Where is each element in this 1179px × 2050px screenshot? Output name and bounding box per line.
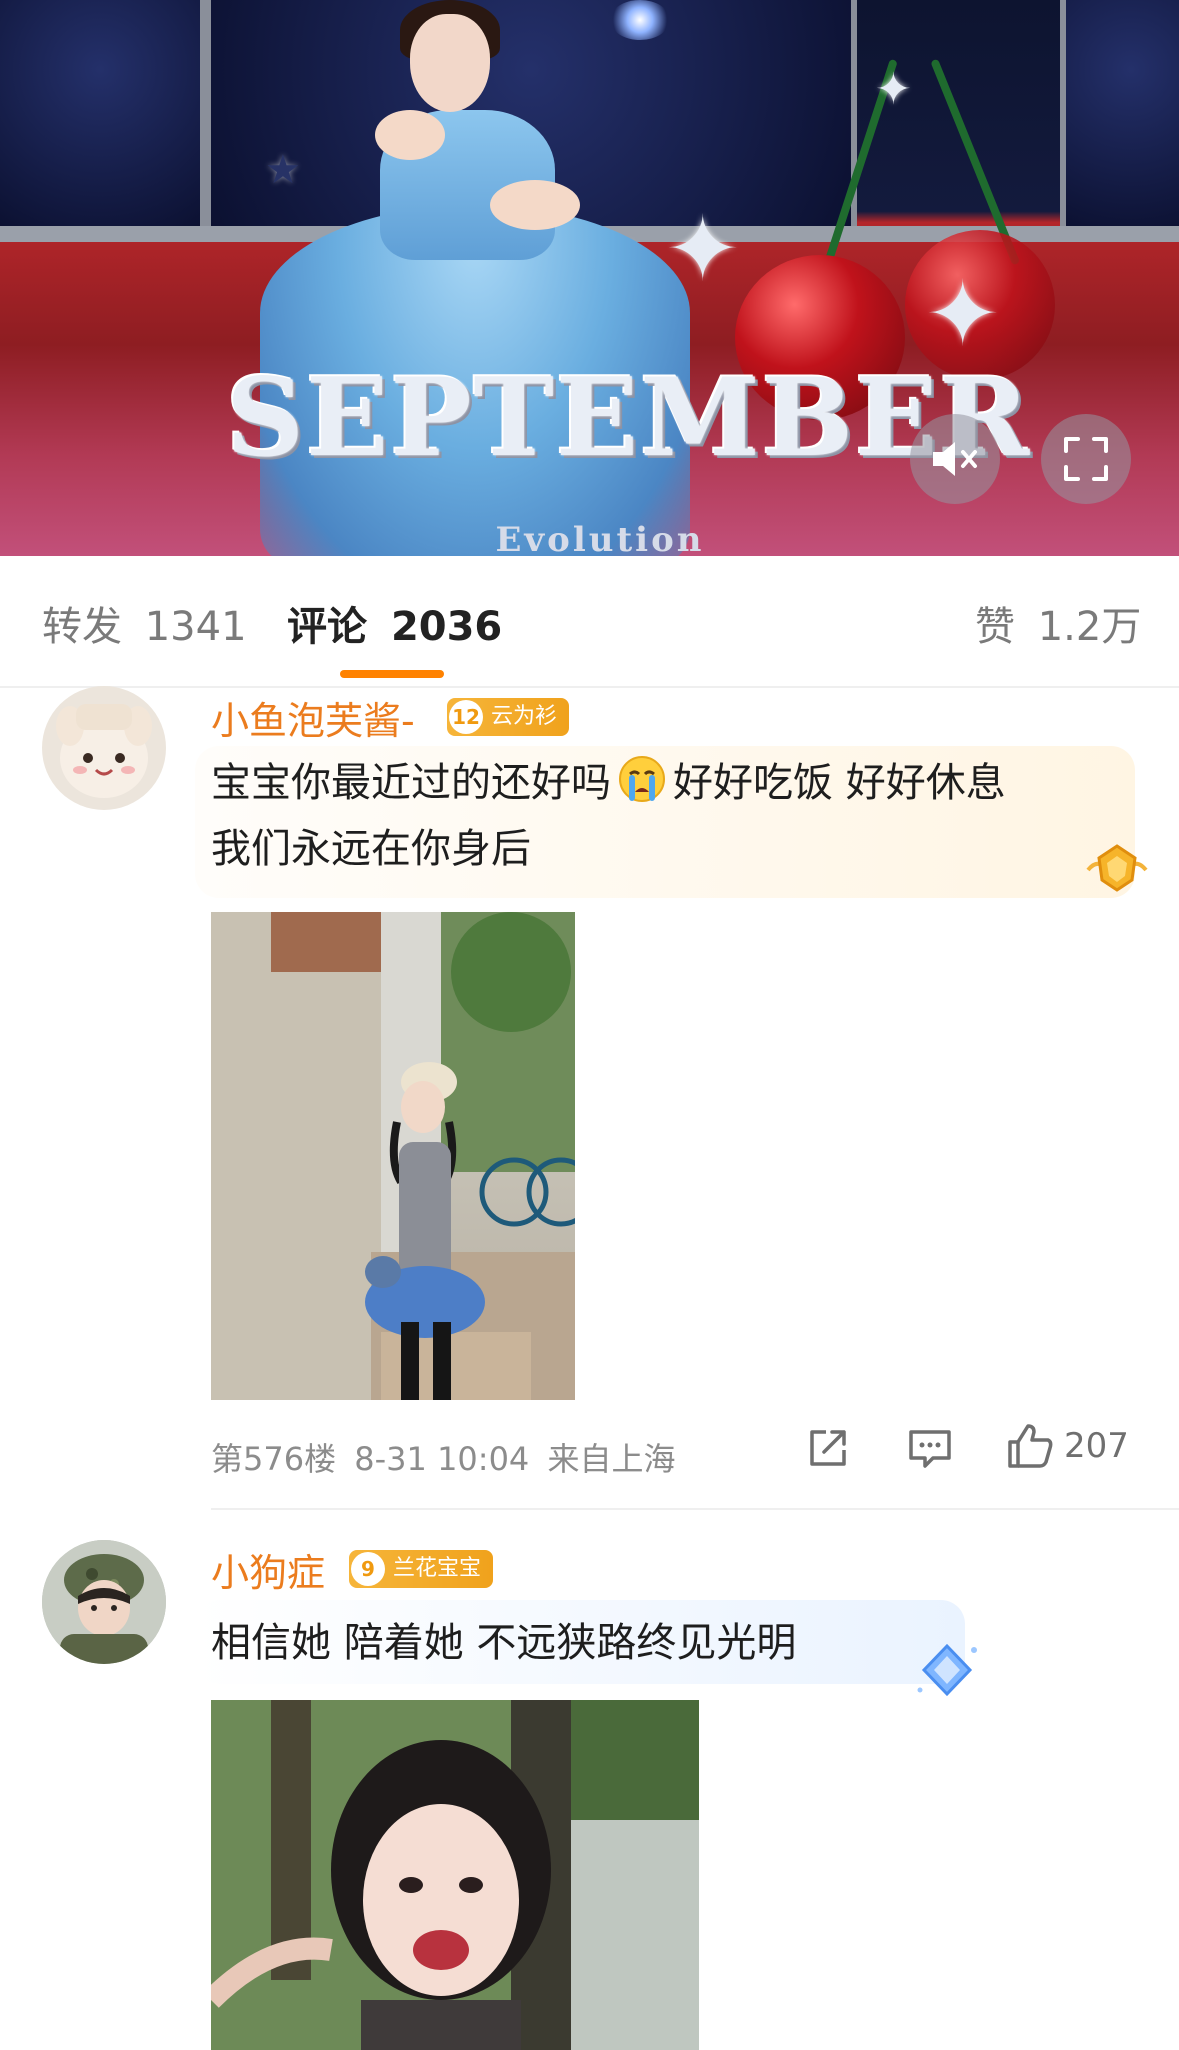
tab-likes[interactable]: 赞 1.2万 xyxy=(975,594,1141,652)
like-button[interactable]: 207 xyxy=(1006,1422,1129,1470)
fullscreen-icon xyxy=(1064,437,1108,481)
plush-avatar-image xyxy=(56,704,152,798)
avatar[interactable] xyxy=(42,686,166,810)
badge-level: 12 xyxy=(449,700,483,734)
stage-spotlight xyxy=(610,0,670,40)
tab-likes-count: 1.2万 xyxy=(1037,604,1142,650)
badge-label: 兰花宝宝 xyxy=(393,1556,482,1581)
video-subtitle-graphic: Evolution xyxy=(495,520,705,556)
reply-button[interactable] xyxy=(907,1426,953,1470)
star-decoration: ★ xyxy=(265,147,301,193)
active-tab-indicator xyxy=(340,670,444,678)
tab-comments[interactable]: 评论 2036 xyxy=(287,594,502,652)
share-button[interactable] xyxy=(806,1426,850,1470)
tab-likes-label: 赞 xyxy=(975,604,1015,650)
backdrop-window-left xyxy=(0,0,206,238)
comment-image[interactable] xyxy=(211,912,575,1400)
comment-username[interactable]: 小鱼泡芙酱- xyxy=(211,690,415,745)
blue-diamond-icon xyxy=(917,1643,977,1697)
street-photo xyxy=(211,912,575,1400)
portrait-photo xyxy=(211,1700,699,2050)
tab-comments-label: 评论 xyxy=(287,604,367,650)
badge-label: 云为衫 xyxy=(491,704,558,729)
comment-meta: 第576楼 8-31 10:04 来自上海 xyxy=(211,1434,675,1480)
tab-repost[interactable]: 转发 1341 xyxy=(42,594,247,652)
comment-image[interactable] xyxy=(211,1700,699,2050)
fan-level-badge[interactable]: 9 兰花宝宝 xyxy=(349,1550,494,1588)
floor-number: 第576楼 xyxy=(211,1440,337,1478)
comment-location: 来自上海 xyxy=(547,1440,676,1478)
volume-mute-icon xyxy=(933,442,977,476)
comment-text-line: 宝宝你最近过的还好吗 好好吃饭 好好休息 xyxy=(211,750,1111,816)
figure-arm xyxy=(490,180,580,230)
thumbs-up-icon xyxy=(1008,1424,1053,1468)
star-decoration: ✦ xyxy=(875,64,912,115)
star-decoration: ✦ xyxy=(925,262,1001,367)
comment-item: 小鱼泡芙酱- 12 云为衫 宝宝你最近过的还好吗 好好吃饭 好好休息 我们永远在你… xyxy=(0,686,1179,1510)
comment-item: 小狗症 9 兰花宝宝 相信她 陪着她 不远狭路终见光明 xyxy=(0,1510,1179,2050)
tab-comments-count: 2036 xyxy=(390,604,503,650)
comment-text-line: 我们永远在你身后 xyxy=(211,826,531,872)
comment-text-segment: 好好吃饭 好好休息 xyxy=(673,760,1006,806)
comment-text: 相信她 陪着她 不远狭路终见光明 xyxy=(211,1620,797,1666)
interaction-tabs: 转发 1341 评论 2036 赞 1.2万 xyxy=(0,556,1179,688)
like-count: 207 xyxy=(1064,1426,1129,1466)
figure-arm xyxy=(375,110,445,160)
video-player[interactable]: ✦ ✦ ✦ ★ ★ SEPTEMBER Evolution xyxy=(0,0,1179,556)
figure-face xyxy=(410,14,490,112)
crying-face-emoji-icon xyxy=(617,754,667,804)
share-icon xyxy=(810,1430,846,1466)
tab-repost-count: 1341 xyxy=(144,604,247,650)
fan-level-badge[interactable]: 12 云为衫 xyxy=(447,698,570,736)
badge-level: 9 xyxy=(351,1552,385,1586)
tab-repost-label: 转发 xyxy=(42,604,122,650)
comment-username[interactable]: 小狗症 xyxy=(211,1542,325,1597)
backdrop-window-right xyxy=(1060,0,1179,238)
comment-reply-icon xyxy=(909,1430,951,1468)
fullscreen-button[interactable] xyxy=(1041,414,1131,504)
video-title-graphic: SEPTEMBER xyxy=(226,355,1032,481)
comment-text-segment: 宝宝你最近过的还好吗 xyxy=(211,760,611,806)
soldier-avatar-image xyxy=(42,1540,166,1664)
comment-text: 宝宝你最近过的还好吗 好好吃饭 好好休息 我们永远在你身后 xyxy=(211,750,1111,882)
comment-time: 8-31 10:04 xyxy=(354,1440,530,1478)
mute-button[interactable] xyxy=(910,414,1000,504)
avatar[interactable] xyxy=(42,1540,166,1664)
